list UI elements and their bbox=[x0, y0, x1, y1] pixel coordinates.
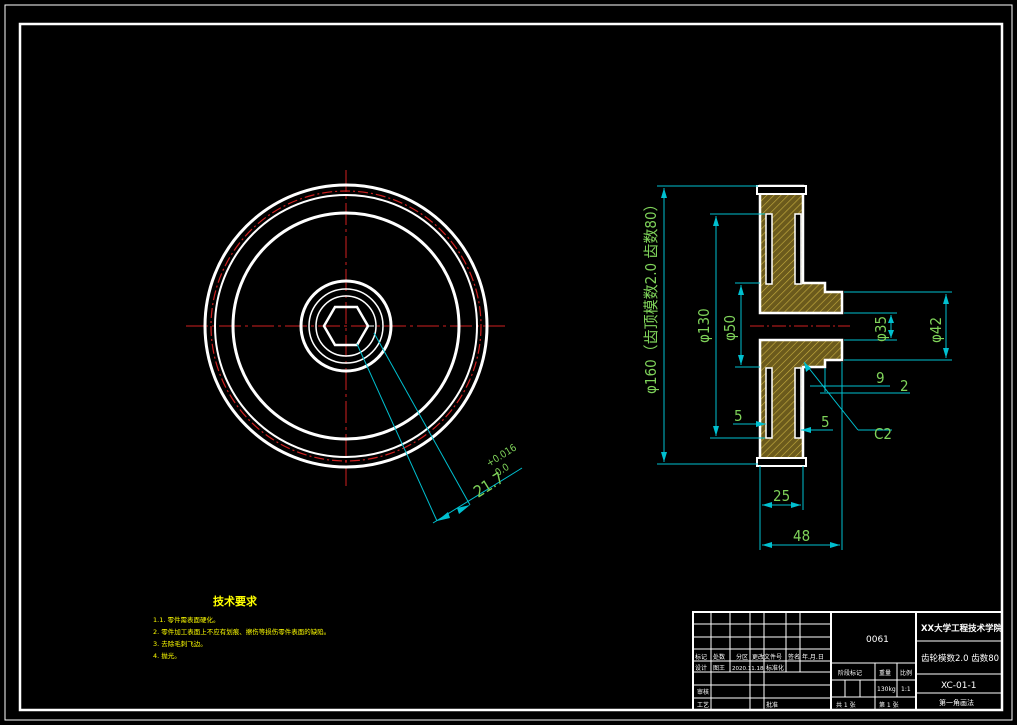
tb-school: XX大学工程技术学院 bbox=[921, 623, 1003, 634]
dim-bore-diameter: φ35 bbox=[872, 316, 890, 342]
tb-label-scale: 比例 bbox=[900, 669, 912, 677]
drawing-svg: 21.7 +0.016 -0.0 φ160（齿顶模数2.0 齿数80） φ130… bbox=[4, 4, 1013, 721]
tb-date: 2020.11.18 bbox=[732, 666, 764, 672]
tb-label-change: 更改文件号 bbox=[752, 653, 782, 661]
tb-label-count: 处数 bbox=[713, 653, 725, 661]
tb-weight: 130kg bbox=[877, 686, 896, 693]
dim-9: 9 bbox=[876, 369, 885, 387]
tb-label-weight: 重量 bbox=[879, 669, 891, 677]
front-view bbox=[186, 170, 523, 524]
tb-label-stage: 阶段标记 bbox=[838, 669, 862, 677]
tb-label-zone: 分区 bbox=[736, 653, 748, 661]
dim-width-48: 48 bbox=[793, 527, 810, 545]
tb-label-date: 年.月.日 bbox=[802, 653, 824, 661]
tb-label-approve: 批准 bbox=[766, 701, 778, 709]
dim-width-25: 25 bbox=[773, 487, 790, 505]
dim-outer-diameter: φ160（齿顶模数2.0 齿数80） bbox=[642, 196, 660, 394]
tb-label-mark: 标记 bbox=[695, 653, 707, 661]
dim-5-left: 5 bbox=[734, 407, 743, 425]
tb-footer: 第一角画法 bbox=[939, 698, 974, 707]
notes-item-1: 1.1. 零件需表面硬化。 bbox=[153, 615, 219, 624]
cad-drawing-canvas[interactable]: 21.7 +0.016 -0.0 φ160（齿顶模数2.0 齿数80） φ130… bbox=[0, 0, 1017, 725]
dim-5-right: 5 bbox=[821, 413, 830, 431]
tb-scale: 1:1 bbox=[901, 686, 911, 693]
dim-flange-diameter: φ42 bbox=[927, 317, 945, 343]
tb-sheets-total: 共 1 张 bbox=[836, 701, 856, 709]
notes-item-2: 2. 零件加工表面上不应有划痕、擦伤等损伤零件表面的缺陷。 bbox=[153, 627, 330, 636]
notes-item-4: 4. 抛光。 bbox=[153, 651, 181, 660]
tb-part-name: 齿轮模数2.0 齿数80 bbox=[921, 653, 999, 664]
tb-label-designer: 设计 bbox=[695, 664, 707, 672]
tb-label-process: 工艺 bbox=[697, 701, 709, 709]
tb-drawing-number: XC-01-1 bbox=[941, 681, 976, 691]
tb-label-sign: 签名 bbox=[788, 653, 800, 661]
notes-item-3: 3. 去除毛刺飞边。 bbox=[153, 639, 207, 648]
tb-designer: 图王 bbox=[713, 665, 725, 672]
notes-title: 技术要求 bbox=[213, 594, 258, 608]
tb-label-standard: 标准化 bbox=[766, 664, 784, 672]
dim-hub-diameter: φ50 bbox=[721, 315, 739, 341]
dim-2: 2 bbox=[900, 377, 909, 395]
dim-chamfer: C2 bbox=[874, 425, 892, 443]
dim-rim-diameter: φ130 bbox=[695, 308, 713, 343]
tb-material: 0061 bbox=[866, 635, 889, 645]
tb-label-review: 审核 bbox=[697, 688, 709, 696]
tb-sheet-number: 第 1 张 bbox=[879, 701, 899, 709]
inner-border bbox=[18, 22, 1004, 712]
